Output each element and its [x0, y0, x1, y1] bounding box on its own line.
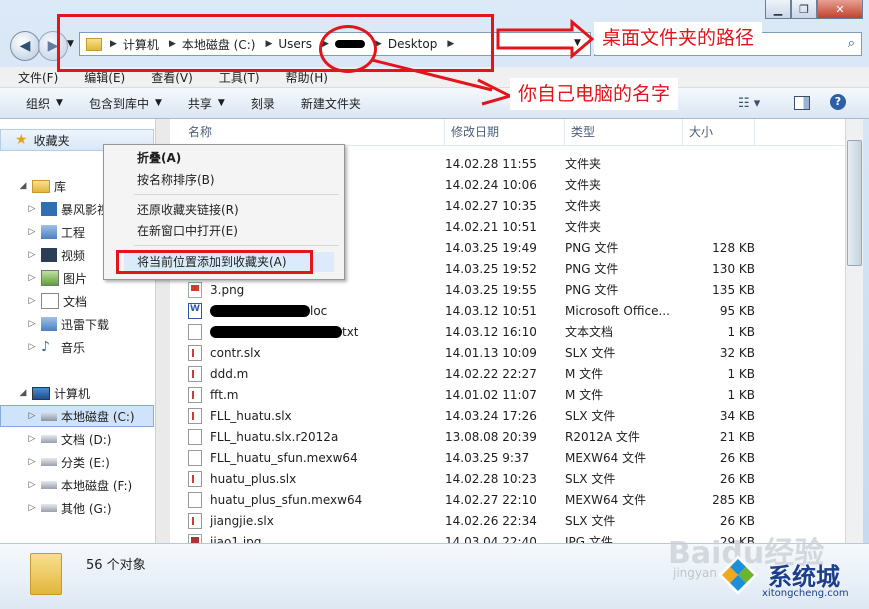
xitongcheng-logo-icon: [716, 553, 760, 597]
annotation-name-note: 你自己电脑的名字: [510, 78, 679, 110]
arrow-to-path-note: [496, 18, 595, 60]
jingyan-watermark: jingyan: [673, 566, 717, 580]
annotation-arrows: [371, 18, 595, 106]
xitongcheng-brand: 系统城: [768, 563, 840, 591]
arrow-to-name-note: [371, 58, 515, 106]
annotation-path-note: 桌面文件夹的路径: [594, 22, 763, 54]
xitongcheng-site: xitongcheng.com: [762, 588, 849, 599]
